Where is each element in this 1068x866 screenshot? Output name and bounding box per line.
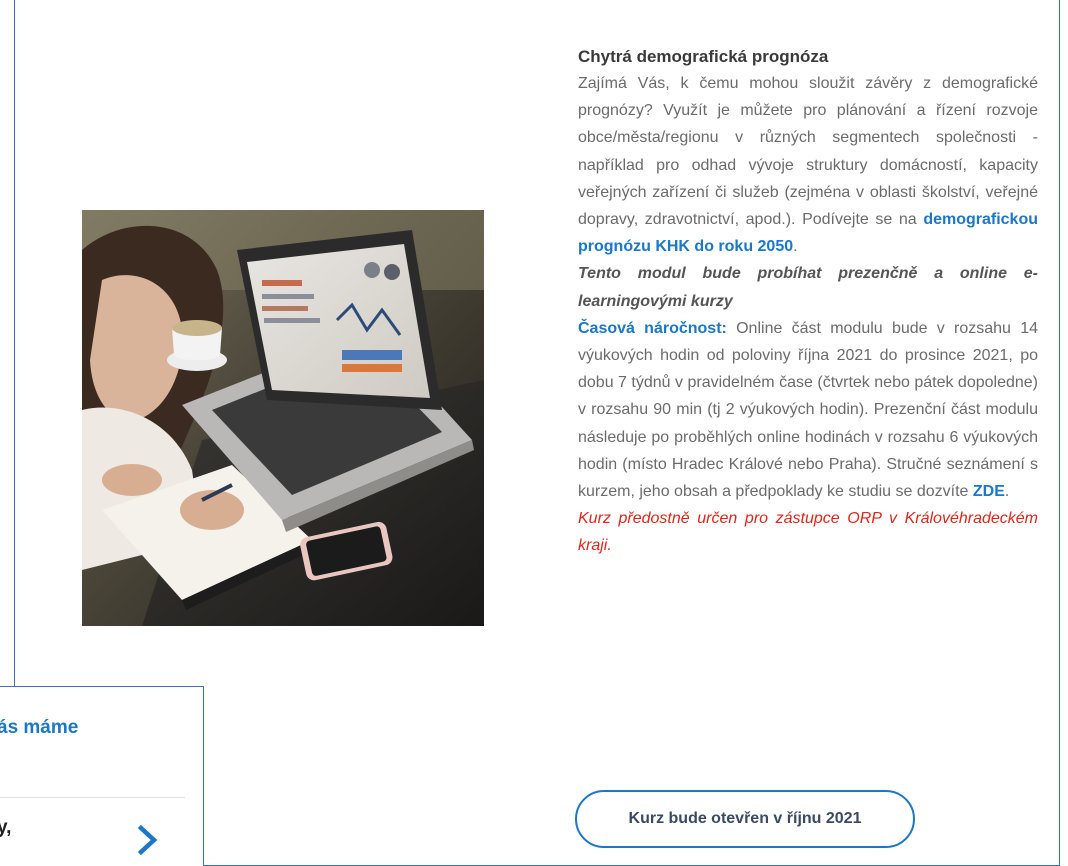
- laptop-photo-icon: [82, 210, 484, 626]
- popup-divider: [0, 797, 185, 798]
- intro-paragraph: Zajímá Vás, k čemu mohou sloužit závěry …: [578, 70, 1038, 260]
- intro-end: .: [793, 238, 798, 256]
- target-note: Kurz předostně určen pro zástupce ORP v …: [578, 510, 1038, 555]
- time-label: Časová náročnost:: [578, 319, 727, 337]
- details-link[interactable]: ZDE: [973, 483, 1005, 500]
- course-open-button[interactable]: Kurz bude otevřen v říjnu 2021: [575, 790, 915, 848]
- course-description: Chytrá demografická prognóza Zajímá Vás,…: [578, 44, 1038, 560]
- course-title: Chytrá demografická prognóza: [578, 47, 829, 66]
- course-photo: [82, 210, 484, 626]
- details-end: .: [1004, 483, 1010, 501]
- time-text: Online část modulu bude v rozsahu 14 výu…: [578, 319, 1039, 501]
- chevron-right-icon[interactable]: [137, 825, 159, 855]
- intro-text: Zajímá Vás, k čemu mohou sloužit závěry …: [578, 75, 1038, 229]
- popup-card[interactable]: ás máme y,: [0, 686, 204, 866]
- time-paragraph: Časová náročnost: Online část modulu bud…: [578, 315, 1038, 505]
- popup-text: y,: [0, 817, 12, 838]
- popup-title: ás máme: [0, 717, 79, 738]
- module-note: Tento modul bude probíhat prezenčně a on…: [578, 265, 1038, 310]
